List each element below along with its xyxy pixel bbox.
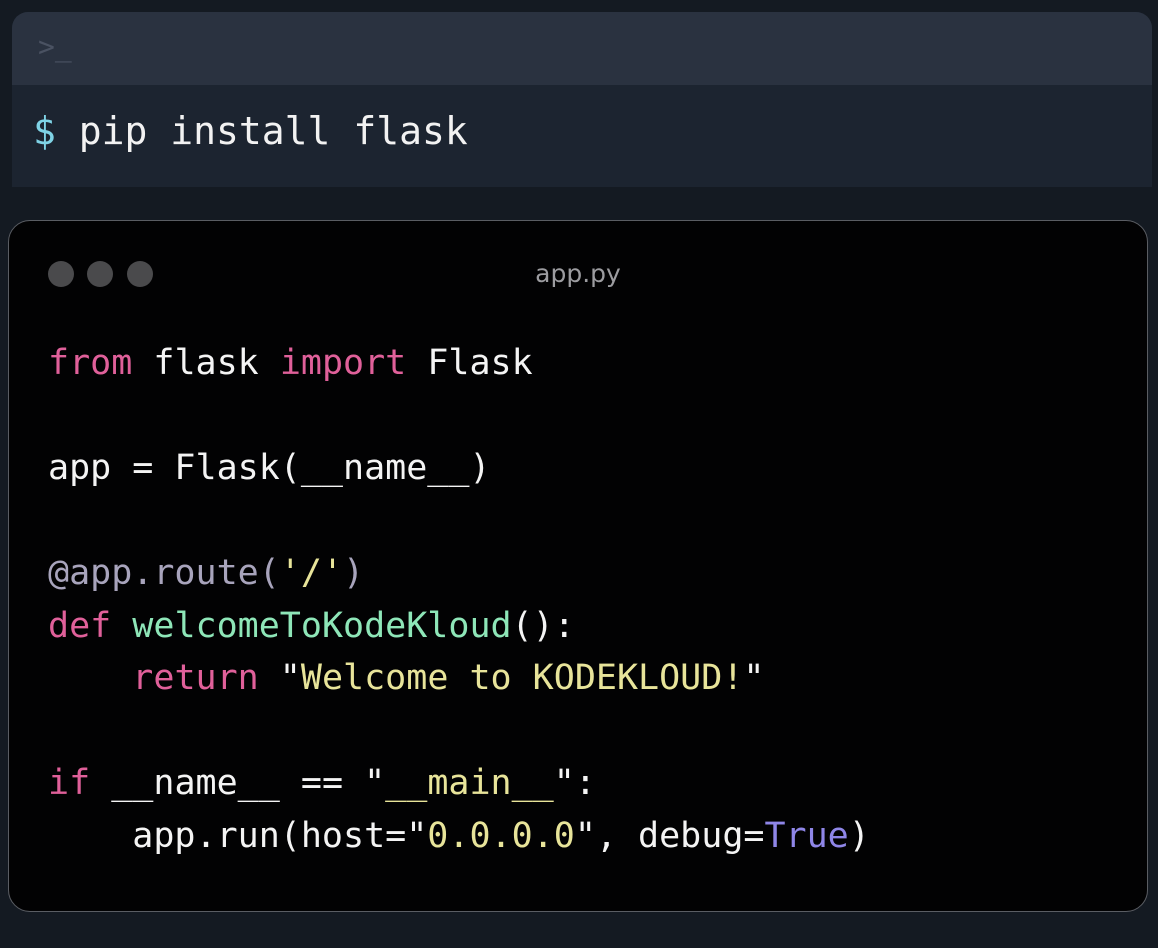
code-block[interactable]: from flask import Flask app = Flask(__nam…: [48, 337, 870, 862]
code-token-str: Welcome to KODEKLOUD!: [300, 658, 744, 698]
code-line: return "Welcome to KODEKLOUD!": [48, 652, 870, 705]
terminal-prompt-icon: >_: [38, 30, 72, 63]
prompt-symbol: $: [33, 109, 56, 153]
terminal-command-line: $ pip install flask: [33, 109, 468, 153]
code-token-plain: ": [743, 658, 765, 698]
code-token-dec: ): [343, 553, 365, 593]
terminal-body[interactable]: $ pip install flask: [12, 85, 1152, 187]
code-token-kw: return: [132, 658, 259, 698]
code-token-dec: @app.route(: [48, 553, 280, 593]
code-token-plain: Flask: [406, 343, 533, 383]
code-token-plain: app.run(host=": [48, 815, 428, 856]
code-token-str: __main__: [385, 763, 554, 803]
code-token-plain: flask: [132, 343, 280, 383]
code-editor-window: app.py from flask import Flask app = Flas…: [8, 220, 1148, 912]
command-text: pip install flask: [78, 109, 468, 153]
code-token-str: '/': [279, 553, 344, 593]
code-line: app = Flask(__name__): [48, 442, 870, 495]
code-token-kw: def: [48, 605, 133, 646]
file-name: app.py: [535, 259, 621, 288]
terminal-panel: >_ $ pip install flask: [12, 12, 1152, 187]
code-token-plain: ", debug=: [574, 815, 765, 856]
code-token-plain: ":: [553, 763, 596, 803]
code-token-fn: welcomeToKodeKloud: [132, 605, 512, 646]
code-token-kw: import: [279, 343, 407, 383]
code-token-str: 0.0.0.0: [427, 815, 575, 856]
code-token-plain: ): [848, 815, 870, 856]
code-line: app.run(host="0.0.0.0", debug=True): [48, 810, 870, 863]
code-token-plain: app = Flask(__name__): [48, 448, 491, 488]
terminal-header: >_: [12, 12, 1152, 85]
code-line: @app.route('/'): [48, 547, 870, 600]
code-line: def welcomeToKodeKloud():: [48, 600, 870, 653]
code-token-plain: ": [258, 658, 301, 698]
code-token-bool: True: [764, 815, 849, 856]
code-token-kw: from: [48, 343, 133, 383]
code-token-kw: if: [48, 763, 91, 803]
code-token-plain: ():: [511, 605, 575, 646]
code-line: from flask import Flask: [48, 337, 870, 390]
code-line: if __name__ == "__main__":: [48, 757, 870, 810]
code-token-plain: __name__ == ": [90, 763, 386, 803]
